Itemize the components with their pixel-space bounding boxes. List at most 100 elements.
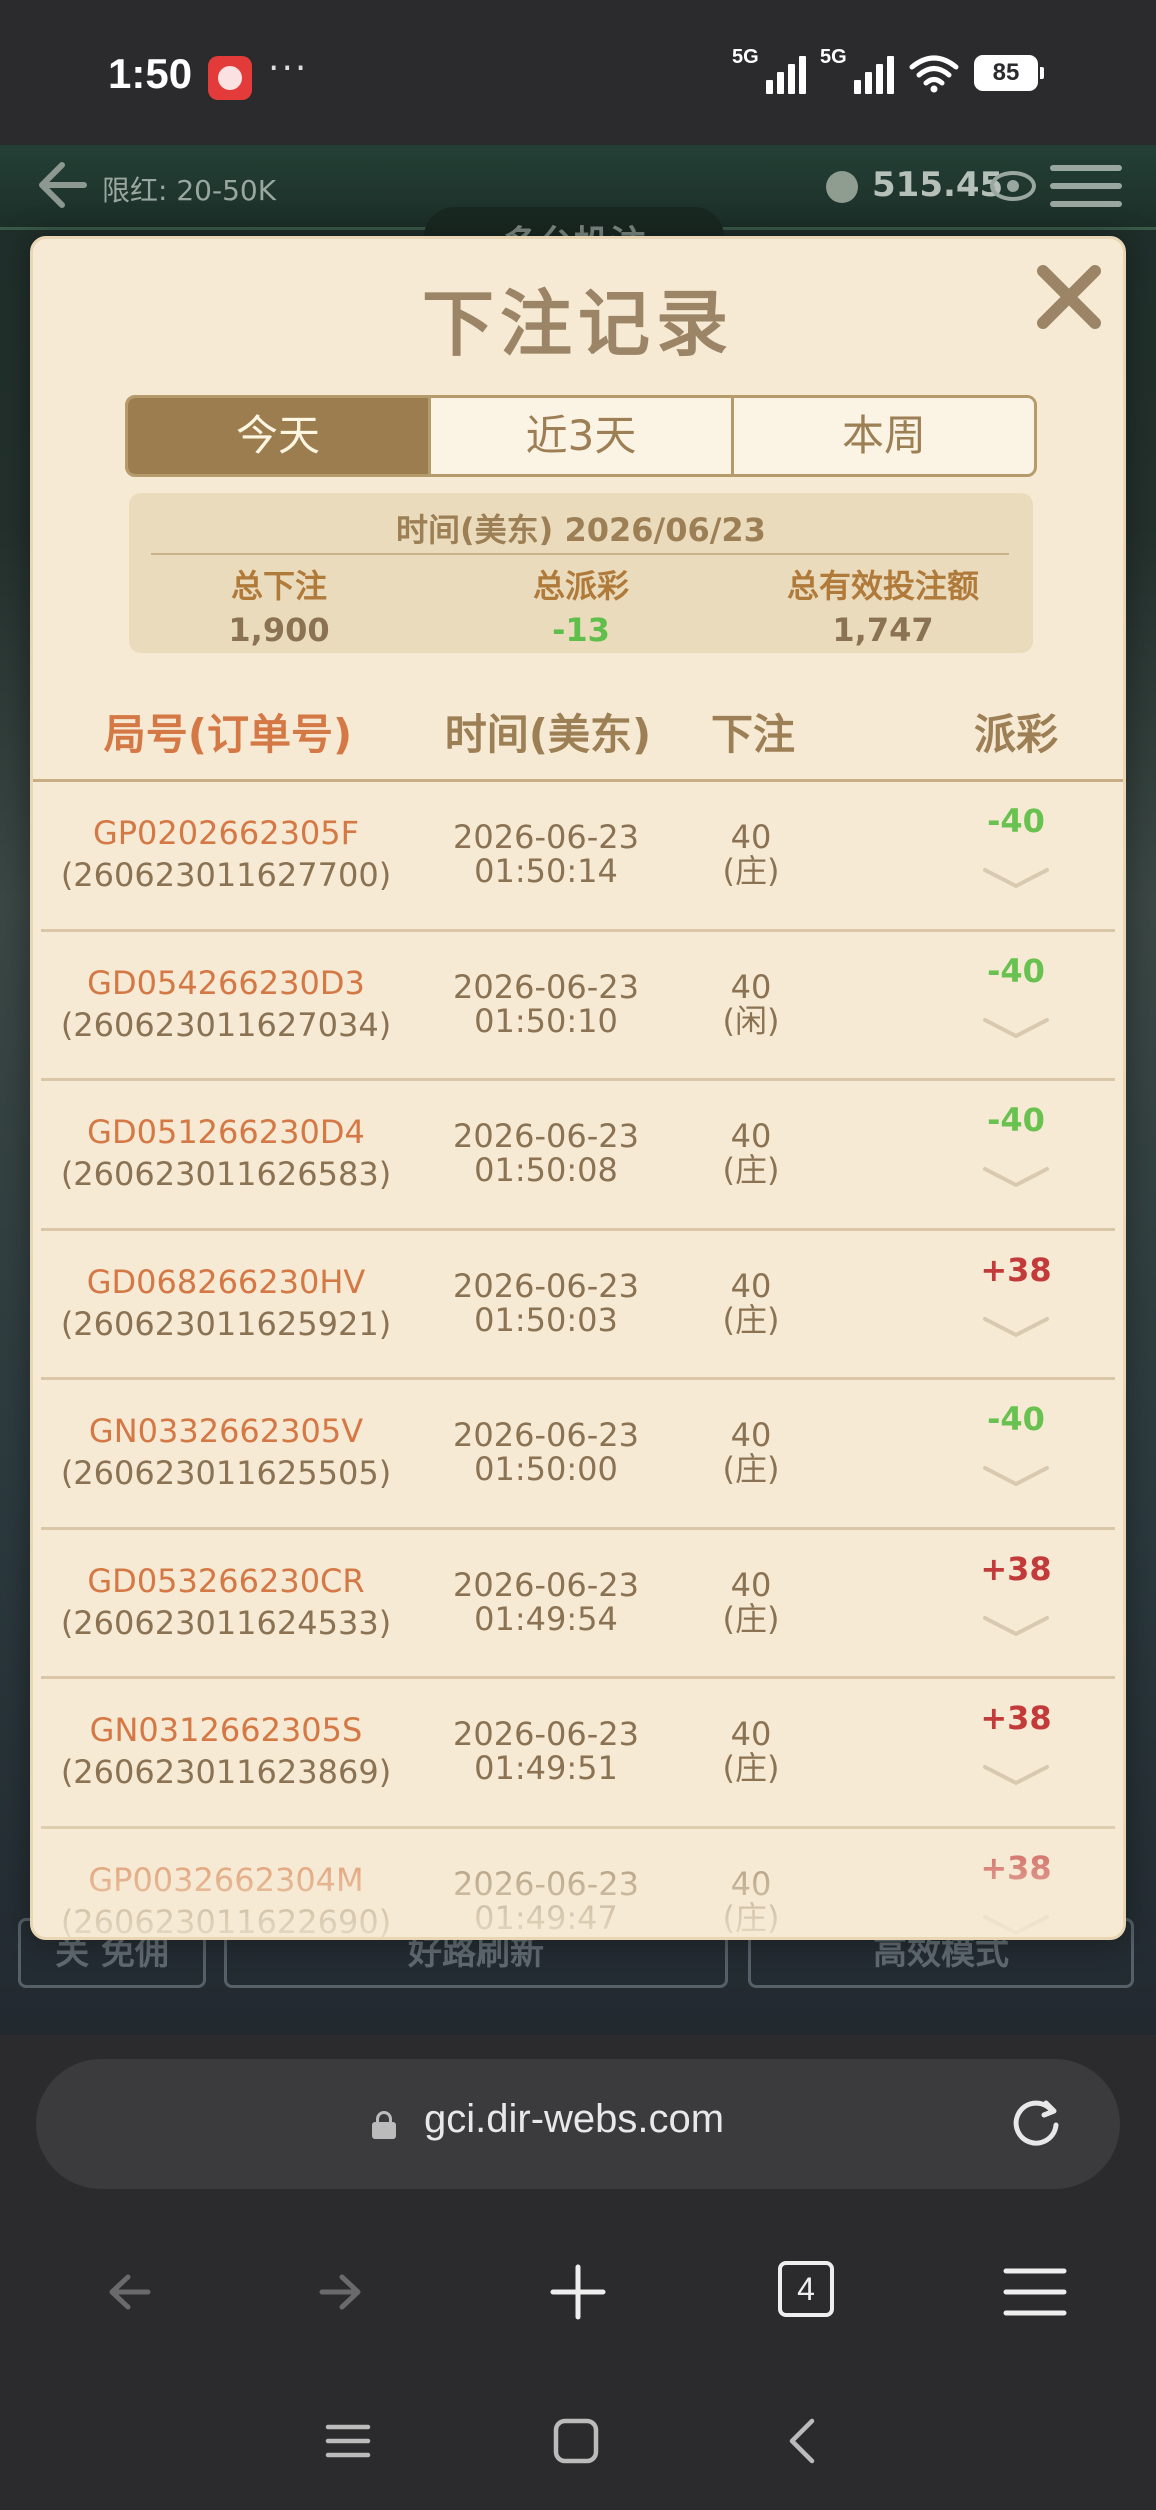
menu-icon[interactable]: [1050, 165, 1122, 211]
round-cell: GP0202662305F (260623011627700): [41, 812, 411, 896]
bet-amount: 40: [730, 1117, 772, 1155]
chevron-down-icon[interactable]: [981, 1462, 1051, 1490]
table-row[interactable]: GD054266230D3 (260623011627034) 2026-06-23…: [41, 932, 1115, 1081]
bet-date: 2026-06-23: [453, 1266, 639, 1305]
time-cell: 2026-06-23 01:49:47: [411, 1867, 681, 1935]
round-id[interactable]: GP0032662304M: [41, 1859, 411, 1901]
time-cell: 2026-06-23 01:50:00: [411, 1418, 681, 1486]
browser-menu-icon[interactable]: [1000, 2257, 1070, 2327]
table-row[interactable]: GP0032662304M (260623011622690) 2026-06-23…: [41, 1829, 1115, 1939]
bet-side: (庄): [722, 1300, 780, 1339]
table-row[interactable]: GD053266230CR (260623011624533) 2026-06-23…: [41, 1530, 1115, 1679]
status-bar: 1:50 ··· 5G 5G 85: [0, 0, 1156, 145]
payout-value: +38: [980, 1848, 1052, 1887]
time-cell: 2026-06-23 01:50:08: [411, 1119, 681, 1187]
bet-side: (庄): [722, 1898, 780, 1937]
coin-icon: [826, 171, 858, 203]
bet-time: 01:49:54: [474, 1599, 618, 1638]
payout-value: +38: [980, 1250, 1052, 1289]
bet-cell: 40 (庄): [686, 1717, 816, 1785]
tab-last-3-days[interactable]: 近3天: [431, 398, 734, 474]
network-type-label: 5G: [732, 46, 759, 68]
round-id[interactable]: GD068266230HV: [41, 1261, 411, 1303]
reload-icon[interactable]: [1006, 2095, 1066, 2155]
forward-icon[interactable]: [312, 2257, 382, 2327]
network-type-label: 5G: [820, 46, 847, 68]
system-navigation-bar: [0, 2375, 1156, 2510]
table-row[interactable]: GN0332662305V (260623011625505) 2026-06-23…: [41, 1380, 1115, 1530]
balance-amount: 515.45: [872, 165, 1004, 205]
bet-amount: 40: [730, 1416, 772, 1454]
bet-amount: 40: [730, 967, 772, 1006]
bet-time: 01:50:10: [474, 1001, 618, 1040]
table-row[interactable]: GD051266230D4 (260623011626583) 2026-06-23…: [41, 1081, 1115, 1231]
address-bar[interactable]: gci.dir-webs.com: [36, 2059, 1120, 2189]
bet-cell: 40 (庄): [686, 1418, 816, 1486]
tab-this-week[interactable]: 本周: [734, 398, 1034, 474]
round-id[interactable]: GN0312662305S: [41, 1709, 411, 1751]
column-payout: 派彩: [973, 710, 1058, 759]
order-id: (260623011625921): [60, 1304, 392, 1343]
round-cell: GN0332662305V (260623011625505): [41, 1410, 411, 1494]
round-id[interactable]: GD054266230D3: [41, 962, 411, 1004]
round-cell: GN0312662305S (260623011623869): [41, 1709, 411, 1793]
round-id[interactable]: GD051266230D4: [41, 1111, 411, 1153]
chevron-down-icon[interactable]: [981, 1911, 1051, 1939]
chevron-down-icon[interactable]: [981, 864, 1051, 892]
chevron-down-icon[interactable]: [981, 1163, 1051, 1191]
chevron-down-icon[interactable]: [981, 1612, 1051, 1640]
bet-cell: 40 (庄): [686, 1119, 816, 1187]
round-id[interactable]: GD053266230CR: [41, 1560, 411, 1602]
bet-amount: 40: [730, 1565, 772, 1604]
round-id[interactable]: GP0202662305F: [41, 812, 411, 854]
bet-date: 2026-06-23: [453, 1117, 639, 1155]
signal-1-icon: 5G: [732, 46, 806, 94]
bet-date: 2026-06-23: [453, 818, 639, 856]
summary-panel: 时间(美东) 2026/06/23 总下注 1,900 总派彩 -13 总有效投…: [129, 493, 1033, 653]
round-cell: GP0032662304M (260623011622690): [41, 1859, 411, 1938]
back-icon[interactable]: [88, 2257, 158, 2327]
bet-time: 01:50:14: [474, 852, 618, 890]
chevron-down-icon[interactable]: [981, 1313, 1051, 1341]
total-bet-label: 总下注: [230, 567, 327, 605]
system-back-icon[interactable]: [776, 2413, 832, 2469]
time-cell: 2026-06-23 01:50:03: [411, 1269, 681, 1337]
round-cell: GD053266230CR (260623011624533): [41, 1560, 411, 1644]
round-id[interactable]: GN0332662305V: [41, 1410, 411, 1452]
bet-date: 2026-06-23: [453, 1715, 639, 1753]
bet-records-list: GP0202662305F (260623011627700) 2026-06-23…: [33, 782, 1123, 1939]
back-arrow-icon[interactable]: [30, 155, 90, 215]
eye-icon[interactable]: [990, 171, 1036, 201]
tabs-count-button[interactable]: 4: [778, 2261, 834, 2317]
signal-2-icon: 5G: [820, 46, 894, 94]
table-row[interactable]: GP0202662305F (260623011627700) 2026-06-23…: [41, 782, 1115, 932]
close-icon[interactable]: [1029, 257, 1109, 337]
total-valid-bet: 总有效投注额 1,747: [733, 561, 1033, 649]
order-id: (260623011625505): [60, 1454, 392, 1492]
bet-side: (庄): [722, 852, 780, 890]
recent-apps-icon[interactable]: [320, 2413, 376, 2469]
bet-cell: 40 (庄): [686, 820, 816, 888]
column-time: 时间(美东): [444, 710, 652, 759]
table-header: 局号(订单号) 时间(美东) 下注 派彩: [33, 701, 1123, 771]
tab-today[interactable]: 今天: [128, 398, 431, 474]
app-notification-icon: [208, 56, 252, 100]
bet-cell: 40 (闲): [686, 970, 816, 1038]
bet-date: 2026-06-23: [453, 1565, 639, 1604]
new-tab-icon[interactable]: [543, 2257, 613, 2327]
url-text: gci.dir-webs.com: [424, 2097, 725, 2141]
wifi-icon: [909, 55, 959, 93]
home-icon[interactable]: [548, 2413, 604, 2469]
table-row[interactable]: GN0312662305S (260623011623869) 2026-06-23…: [41, 1679, 1115, 1829]
bet-cell: 40 (庄): [686, 1867, 816, 1935]
table-row[interactable]: GD068266230HV (260623011625921) 2026-06-23…: [41, 1231, 1115, 1380]
chevron-down-icon[interactable]: [981, 1761, 1051, 1789]
battery-icon: 85: [974, 55, 1044, 91]
bet-date: 2026-06-23: [453, 1864, 639, 1903]
bet-date: 2026-06-23: [453, 967, 639, 1006]
chevron-down-icon[interactable]: [981, 1014, 1051, 1042]
payout-value: -40: [987, 802, 1045, 840]
clock: 1:50: [108, 50, 193, 97]
payout-value: +38: [980, 1549, 1052, 1588]
bet-side: (庄): [722, 1749, 780, 1787]
